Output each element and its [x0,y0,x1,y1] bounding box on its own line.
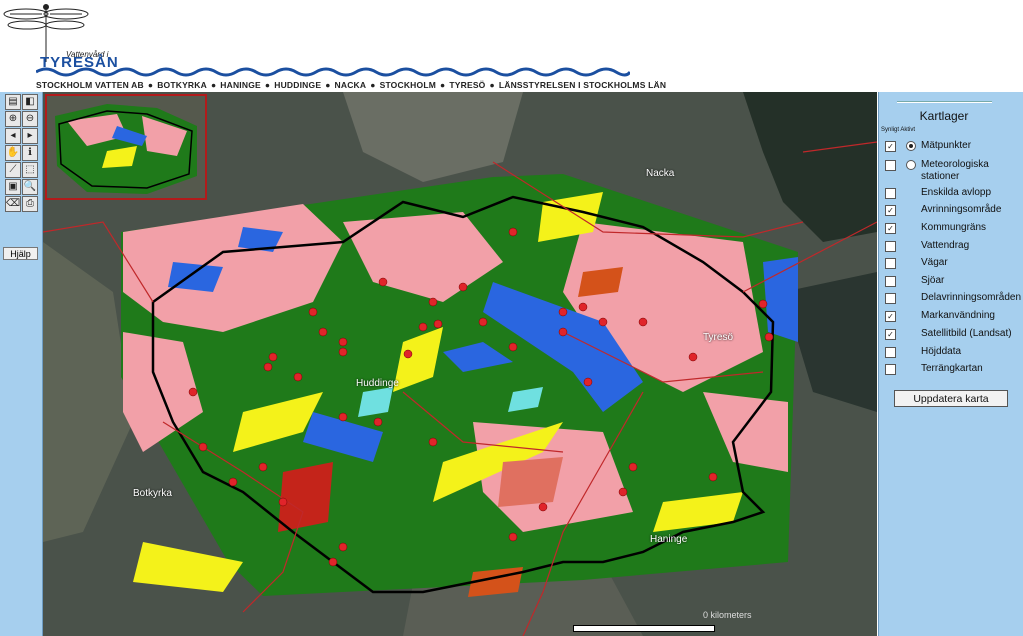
municipality-name: HANINGE [220,80,261,90]
info-icon[interactable]: ℹ [22,145,38,161]
place-label-huddinge: Huddinge [356,378,399,389]
layer-row: Sjöar [879,274,1023,290]
layer-active-radio[interactable] [906,141,916,151]
layer-row: Enskilda avlopp [879,186,1023,202]
layer-label: Avrinningsområde [921,204,1002,215]
panel-title: Kartlager [919,109,969,123]
layer-label: Sjöar [921,275,945,286]
wave-divider [36,67,630,77]
separator-dot: ● [264,80,271,90]
layer-visible-checkbox[interactable]: ✓ [885,223,896,234]
layer-panel: Kartlager Synligt Aktivt ✓ Mätpunkter Mete… [878,92,1023,636]
layer-label: Markanvändning [921,310,995,321]
separator-dot: ● [210,80,217,90]
layer-row: ✓ Mätpunkter [879,139,1023,155]
zoom-in-icon[interactable]: ⊕ [5,111,21,127]
measure-icon[interactable]: ⟋ [5,162,21,178]
logo: Vattenvård i TYRESÅN [0,0,140,74]
layer-label: Mätpunkter [921,140,972,151]
separator-dot: ● [370,80,376,90]
layer-visible-checkbox[interactable]: ✓ [885,141,896,152]
help-button[interactable]: Hjälp [3,247,38,260]
overview-map[interactable] [45,94,207,200]
overview-toggle-icon[interactable]: ◧ [22,94,38,110]
col-visible: Synligt [881,127,900,133]
print-icon[interactable]: ⎙ [22,196,38,212]
layer-visible-checkbox[interactable]: ✓ [885,329,896,340]
scale-bar [573,625,715,632]
select-rectangle-icon[interactable]: ▣ [5,179,21,195]
layer-label: Meteorologiska stationer [921,159,989,182]
layer-visible-checkbox[interactable]: ✓ [885,311,896,322]
column-headers: Synligt Aktivt [881,127,915,133]
layer-visible-checkbox[interactable] [885,188,896,199]
scale-label: 0 kilometers [703,610,752,620]
municipality-name: LÄNSSTYRELSEN I STOCKHOLMS LÄN [498,80,667,90]
separator-dot: ● [440,80,446,90]
layer-row: Vägar [879,256,1023,272]
layer-label: Delavrinningsområden [921,292,1022,303]
municipality-name: STOCKHOLM VATTEN AB [36,80,144,90]
layer-visible-checkbox[interactable] [885,276,896,287]
query-icon[interactable]: 🔍 [22,179,38,195]
layer-visible-checkbox[interactable] [885,241,896,252]
zoom-next-icon[interactable]: ▸ [22,128,38,144]
layer-row: ✓ Markanvändning [879,309,1023,325]
map-toolbar: ▤ ◧ ⊕ ⊖ ◂ ▸ ✋ ℹ ⟋ ⬚ ▣ 🔍 ⌫ ⎙ Hjälp [0,92,43,636]
layer-row: Höjddata [879,345,1023,361]
layer-visible-checkbox[interactable] [885,293,896,304]
col-active: Aktivt [900,127,916,133]
overview-canvas[interactable] [47,96,205,198]
municipality-name: BOTKYRKA [157,80,207,90]
pan-icon[interactable]: ✋ [5,145,21,161]
header: Vattenvård i TYRESÅN STOCKHOLM VATTEN AB… [0,0,1023,92]
panel-divider [897,101,992,103]
place-label-haninge: Haninge [650,534,688,545]
zoom-previous-icon[interactable]: ◂ [5,128,21,144]
layer-row: Vattendrag [879,239,1023,255]
layer-active-radio[interactable] [906,160,916,170]
layer-visible-checkbox[interactable] [885,258,896,269]
zoom-out-icon[interactable]: ⊖ [22,111,38,127]
layer-row: ✓ Satellitbild (Landsat) [879,327,1023,343]
municipality-name: NACKA [334,80,367,90]
layer-row: Terrängkartan [879,362,1023,378]
layer-label: Kommungräns [921,222,987,233]
municipality-name: HUDDINGE [274,80,322,90]
layer-label: Höjddata [921,346,962,357]
municipality-name: STOCKHOLM [379,80,436,90]
layer-visible-checkbox[interactable]: ✓ [885,205,896,216]
layer-visible-checkbox[interactable] [885,347,896,358]
separator-dot: ● [325,80,331,90]
clear-icon[interactable]: ⌫ [5,196,21,212]
layer-visible-checkbox[interactable] [885,364,896,375]
municipality-bar: STOCKHOLM VATTEN AB ● BOTKYRKA ● HANINGE ● HUD… [36,80,666,92]
layer-row: Meteorologiska stationer [879,158,1023,182]
municipality-name: TYRESÖ [449,80,486,90]
place-label-botkyrka: Botkyrka [133,488,172,499]
place-label-nacka: Nacka [646,168,675,179]
place-label-tyreso: Tyresö [703,332,734,343]
separator-dot: ● [489,80,495,90]
layer-row: ✓ Avrinningsområde [879,203,1023,219]
layer-label: Vattendrag [921,240,970,251]
layer-label: Vägar [921,257,948,268]
layer-row: Delavrinningsområden [879,291,1023,307]
layer-label: Enskilda avlopp [921,187,992,198]
layer-row: ✓ Kommungräns [879,221,1023,237]
layer-label: Terrängkartan [921,363,983,374]
layer-label: Satellitbild (Landsat) [921,328,1012,339]
update-map-button[interactable]: Uppdatera karta [894,390,1008,407]
map-view[interactable]: Nacka Tyresö Huddinge Botkyrka Haninge 0… [43,92,877,636]
select-icon[interactable]: ⬚ [22,162,38,178]
separator-dot: ● [147,80,154,90]
full-extent-icon[interactable]: ▤ [5,94,21,110]
layer-visible-checkbox[interactable] [885,160,896,171]
